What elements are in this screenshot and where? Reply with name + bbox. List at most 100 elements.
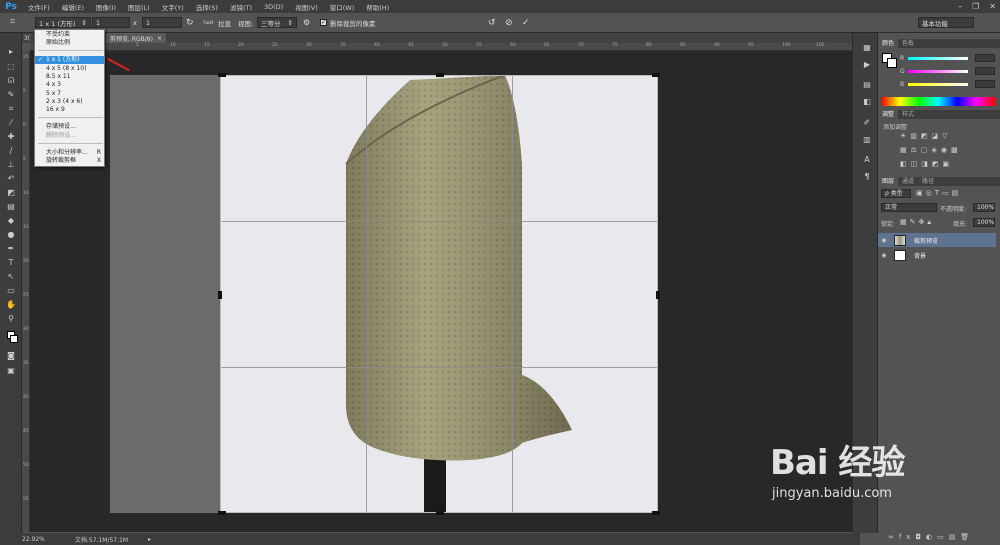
history-panel-icon[interactable]: ▦ <box>862 43 872 53</box>
layer-row[interactable]: ◉ 裁剪预览 <box>878 233 996 247</box>
green-value[interactable] <box>975 67 995 75</box>
crop-tool-icon[interactable]: ⌗ <box>5 104 17 114</box>
crop-handle-top[interactable] <box>436 73 444 77</box>
menu-file[interactable]: 文件(F) <box>22 2 56 12</box>
dropdown-item[interactable]: 大小和分辨率... R <box>35 149 104 157</box>
history-brush-tool-icon[interactable]: ↶ <box>5 174 17 184</box>
crop-handle-top-right[interactable] <box>652 73 660 77</box>
properties-panel-icon[interactable]: ◧ <box>862 97 872 107</box>
eraser-tool-icon[interactable]: ◩ <box>5 188 17 198</box>
tab-adjustments[interactable]: 调整 <box>878 110 899 119</box>
blend-mode-select[interactable]: 正常 <box>881 203 937 212</box>
eyedropper-tool-icon[interactable]: ⁄ <box>5 118 17 128</box>
dropdown-item[interactable]: 4 x 3 <box>35 81 104 89</box>
dropdown-item[interactable]: 旋转裁剪框 X <box>35 157 104 165</box>
document-tab[interactable]: 剪预览, RGB/8) × <box>106 33 166 43</box>
hand-tool-icon[interactable]: ✋ <box>5 300 17 310</box>
overlay-view-select[interactable]: 三等分 ⇕ <box>257 17 297 28</box>
menu-type[interactable]: 文字(Y) <box>156 2 190 12</box>
straighten-label[interactable]: 拉直 <box>218 17 231 28</box>
crop-box[interactable] <box>218 73 660 515</box>
delete-cropped-checkbox[interactable]: ✓ <box>320 19 327 26</box>
marquee-tool-icon[interactable]: ⬚ <box>5 62 17 72</box>
crop-tool-preset-icon[interactable]: ⌗ <box>10 17 24 29</box>
menu-window[interactable]: 窗口(W) <box>324 2 361 12</box>
dropdown-item[interactable]: 4 x 5 (8 x 10) <box>35 65 104 73</box>
blue-value[interactable] <box>975 80 995 88</box>
dropdown-item[interactable]: 不受约束 <box>35 31 104 39</box>
tab-channels[interactable]: 通道 <box>898 177 918 186</box>
document-tab-left[interactable]: 3( <box>24 33 30 43</box>
crop-handle-bottom-right[interactable] <box>652 511 660 515</box>
background-color-swatch[interactable] <box>887 58 897 68</box>
brush-presets-icon[interactable]: ▥ <box>862 135 872 145</box>
commit-crop-icon[interactable]: ✓ <box>522 17 530 28</box>
red-slider[interactable]: R <box>900 54 995 62</box>
menu-layer[interactable]: 图层(L) <box>122 2 156 12</box>
crop-handle-top-left[interactable] <box>218 73 226 77</box>
adjustment-icons-row-1[interactable]: ☀▥◩◪▽ <box>900 132 952 140</box>
swatches-panel-icon[interactable]: ▤ <box>862 80 872 90</box>
pen-tool-icon[interactable]: ✒ <box>5 244 17 254</box>
visibility-eye-icon[interactable]: ◉ <box>878 252 890 259</box>
tab-styles[interactable]: 样式 <box>898 110 918 119</box>
tab-paths[interactable]: 路径 <box>918 177 938 186</box>
swap-dimensions-button[interactable]: x <box>133 17 137 28</box>
character-panel-icon[interactable]: A <box>862 155 872 165</box>
minimize-icon[interactable]: – <box>958 2 962 11</box>
menu-filter[interactable]: 滤镜(T) <box>224 2 258 12</box>
cancel-crop-icon[interactable]: ⊘ <box>505 17 513 28</box>
crop-height-input[interactable]: 1 <box>142 17 182 28</box>
dropdown-item[interactable]: 删除预设... <box>35 132 104 140</box>
close-icon[interactable]: ✕ <box>989 2 996 11</box>
dropdown-item[interactable]: 2 x 3 (4 x 6) <box>35 98 104 106</box>
gradient-tool-icon[interactable]: ▤ <box>5 202 17 212</box>
ratio-preset-select[interactable]: 1 x 1 (方形) ⇕ <box>35 17 91 28</box>
crop-width-input[interactable]: 1 <box>92 17 130 28</box>
dodge-tool-icon[interactable]: ● <box>5 230 17 240</box>
workspace-select[interactable]: 基本功能 <box>918 17 974 28</box>
move-tool-icon[interactable]: ▸ <box>5 47 17 57</box>
blur-tool-icon[interactable]: ◆ <box>5 216 17 226</box>
type-tool-icon[interactable]: T <box>5 258 17 268</box>
crop-handle-right[interactable] <box>656 291 660 299</box>
screen-mode-icon[interactable]: ▣ <box>5 366 17 376</box>
lock-icons[interactable]: ▦✎✥🔒︎ <box>900 218 934 227</box>
menu-help[interactable]: 帮助(H) <box>360 2 395 12</box>
menu-view[interactable]: 视图(V) <box>289 2 324 12</box>
menu-edit[interactable]: 编辑(E) <box>56 2 90 12</box>
clone-stamp-tool-icon[interactable]: ⊥ <box>5 160 17 170</box>
restore-icon[interactable]: ❐ <box>972 2 979 11</box>
visibility-eye-icon[interactable]: ◉ <box>878 237 890 244</box>
color-swatches-icon[interactable] <box>5 330 18 343</box>
adjustment-icons-row-3[interactable]: ◧◫◨◩▣ <box>900 160 953 168</box>
opacity-input[interactable]: 100% <box>973 203 995 212</box>
layer-row[interactable]: ◉ 背景 <box>878 248 996 262</box>
actions-panel-icon[interactable]: ▶ <box>862 60 872 70</box>
menu-select[interactable]: 选择(S) <box>190 2 224 12</box>
blue-slider[interactable]: B <box>900 80 995 88</box>
adjustment-icons-row-2[interactable]: ▦⚖▢◈◉▩ <box>900 146 962 154</box>
brush-panel-icon[interactable]: ✐ <box>862 118 872 128</box>
tab-layers[interactable]: 图层 <box>878 177 899 186</box>
reset-crop-icon[interactable]: ↺ <box>488 17 496 28</box>
healing-brush-tool-icon[interactable]: ✚ <box>5 132 17 142</box>
zoom-level[interactable]: 22.92% <box>22 536 45 543</box>
crop-handle-bottom[interactable] <box>436 511 444 515</box>
shape-tool-icon[interactable]: ▭ <box>5 286 17 296</box>
menu-3d[interactable]: 3D(D) <box>258 3 289 11</box>
tab-swatches[interactable]: 色板 <box>898 39 918 48</box>
brush-tool-icon[interactable]: ∕ <box>5 146 17 156</box>
layer-filter-icons[interactable]: ▣◎T▭▤ <box>916 189 961 197</box>
crop-handle-left[interactable] <box>218 291 222 299</box>
dropdown-item[interactable]: 16 x 9 <box>35 106 104 114</box>
dropdown-item[interactable]: ✓ 1 x 1 (方形) <box>35 56 104 64</box>
path-select-tool-icon[interactable]: ↖ <box>5 272 17 282</box>
tab-color[interactable]: 颜色 <box>878 39 899 48</box>
menu-image[interactable]: 图像(I) <box>90 2 122 12</box>
clear-icon[interactable]: ↻ <box>186 17 194 28</box>
dropdown-item[interactable]: 5 x 7 <box>35 90 104 98</box>
settings-gear-icon[interactable]: ⚙ <box>303 17 310 28</box>
quick-mask-icon[interactable]: ◙ <box>5 351 17 361</box>
fill-input[interactable]: 100% <box>973 218 995 227</box>
